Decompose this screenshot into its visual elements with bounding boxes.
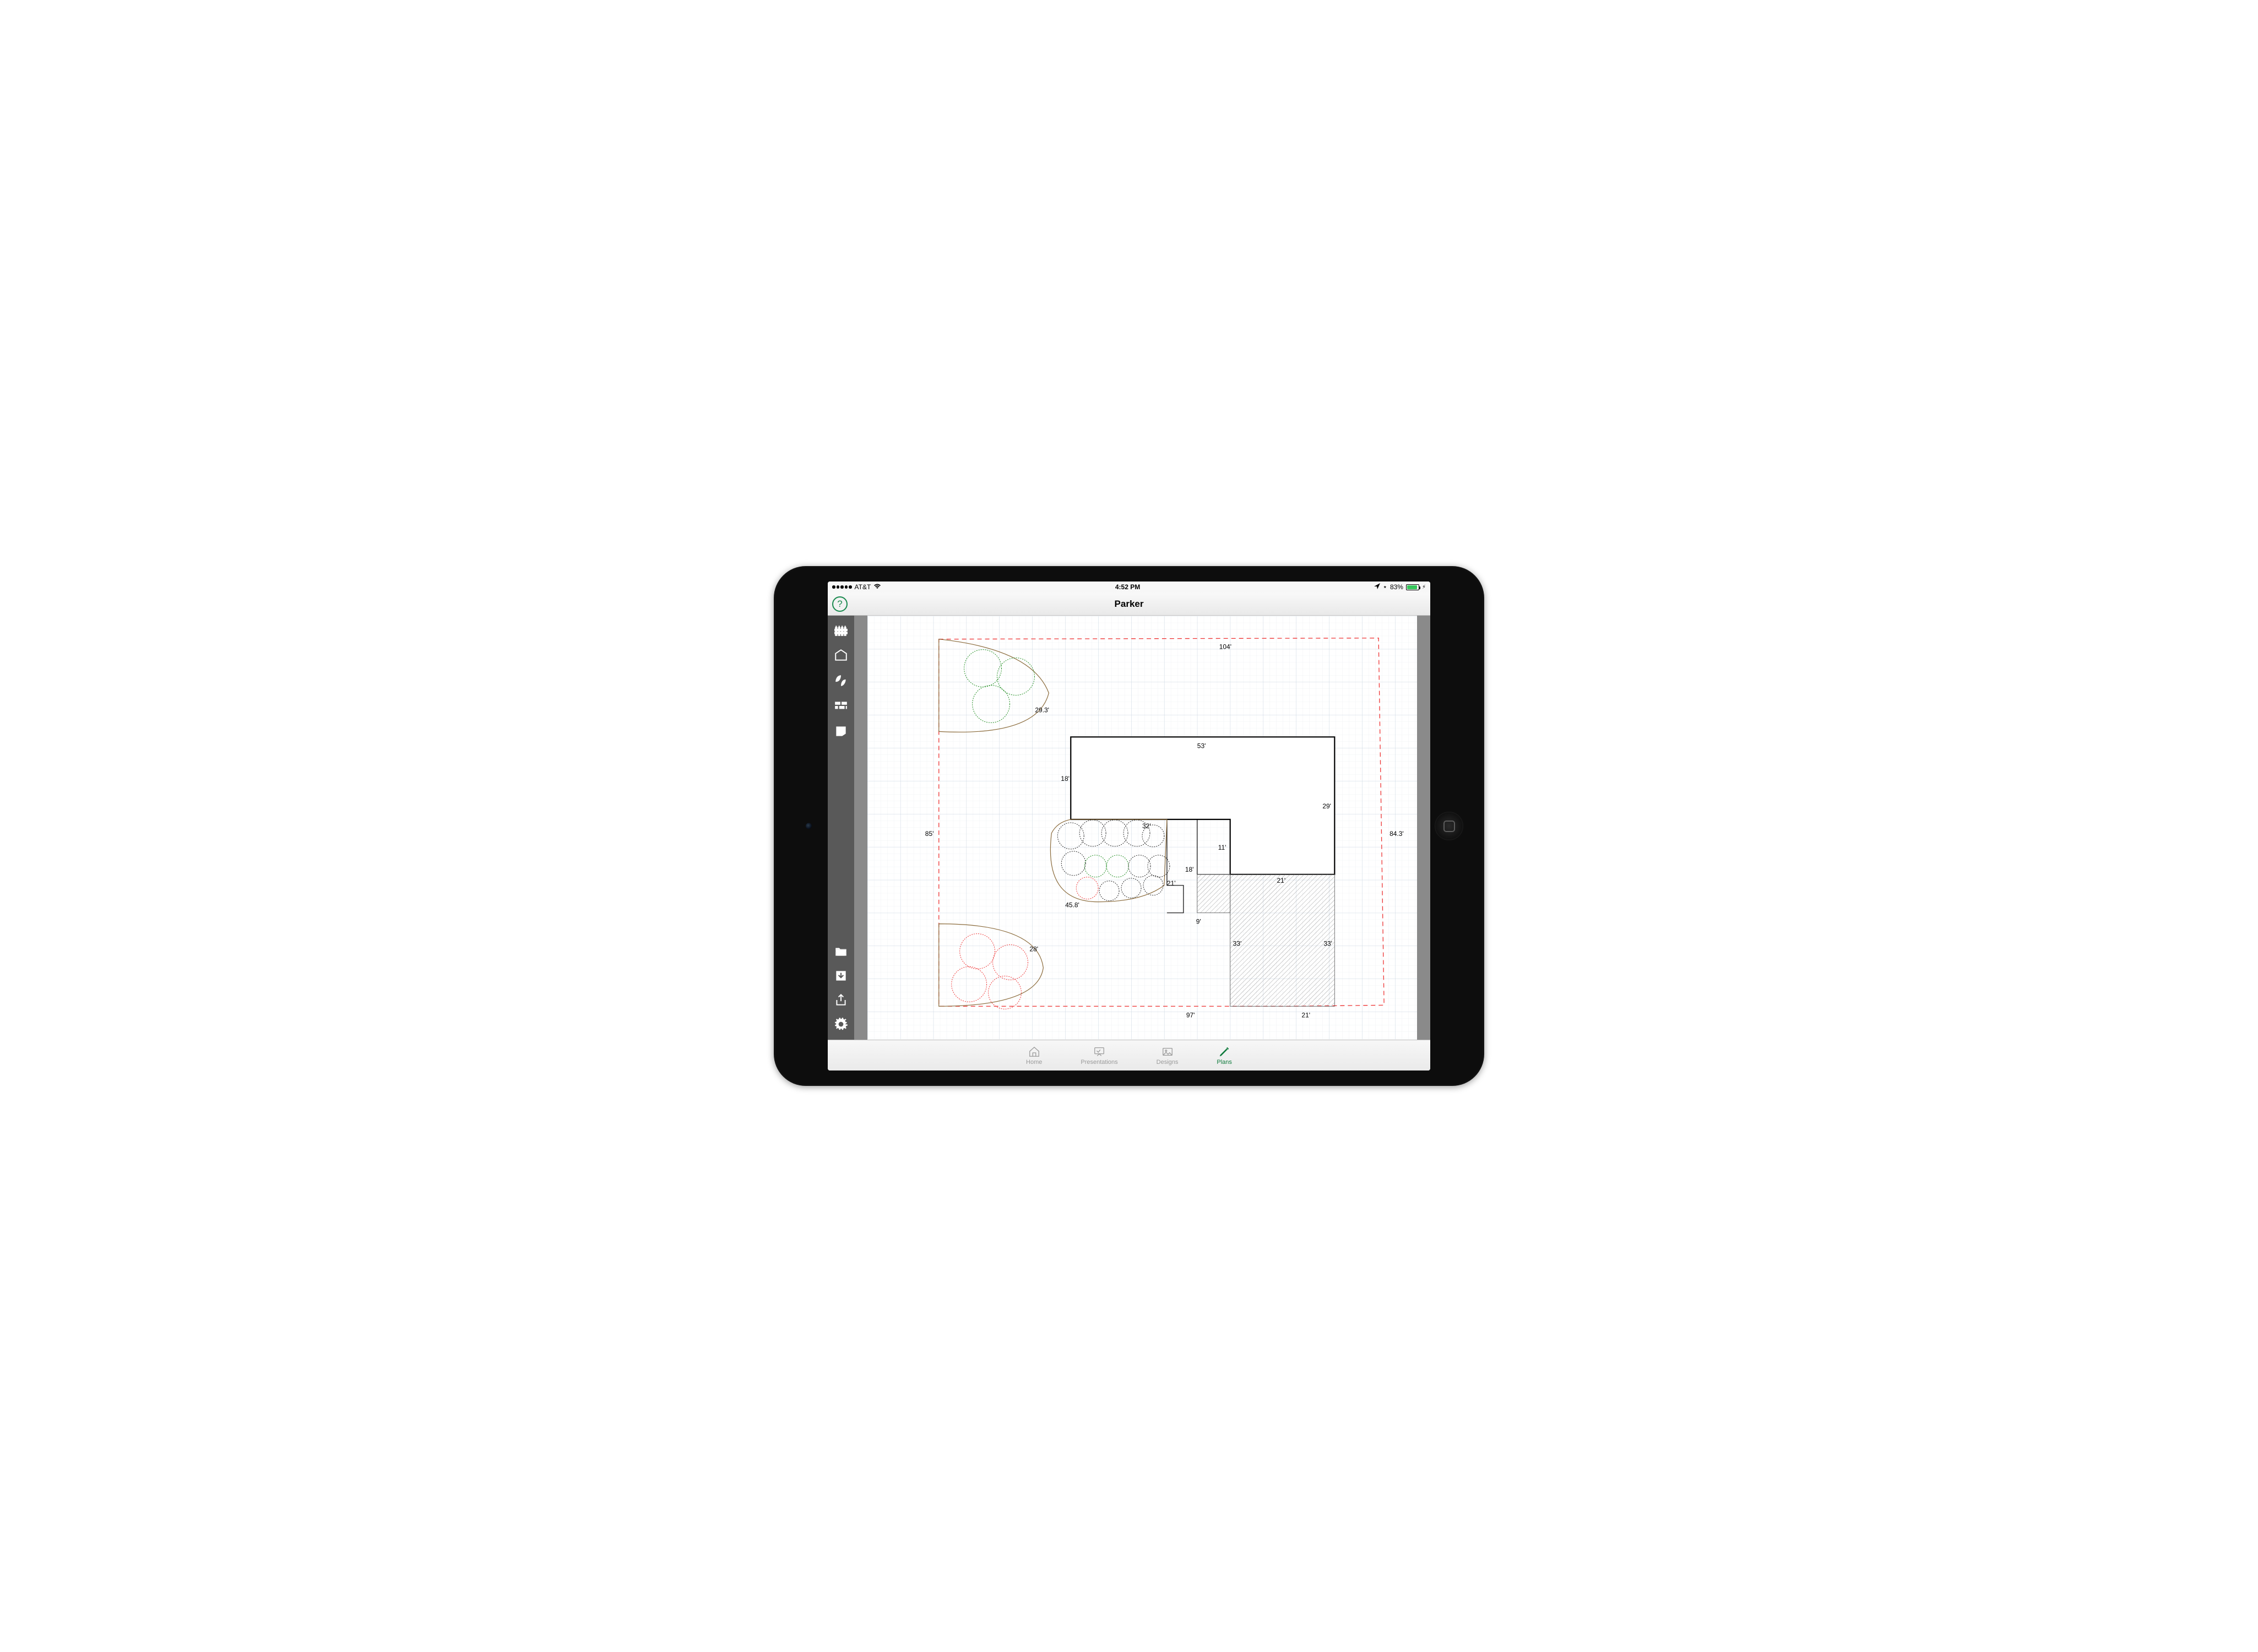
location-icon	[1374, 583, 1380, 591]
wifi-icon	[873, 583, 881, 591]
signal-dots-icon	[832, 585, 852, 589]
dim-bed-front-label: 21'	[1167, 879, 1176, 887]
dim-house-top: 53'	[1197, 742, 1206, 749]
tablet-frame: AT&T 4:52 PM ⋆ 83% ⚡︎ ? Parker	[774, 566, 1484, 1086]
import-button[interactable]	[832, 967, 850, 985]
tab-plans[interactable]: Plans	[1217, 1046, 1232, 1066]
hardscape-tool[interactable]	[832, 697, 850, 715]
settings-button[interactable]	[832, 1015, 850, 1033]
battery-pct: 83%	[1390, 583, 1403, 591]
dim-boundary-bottom-a: 97'	[1186, 1011, 1195, 1019]
tab-home[interactable]: Home	[1026, 1046, 1042, 1066]
designs-icon	[1160, 1046, 1175, 1058]
dim-bed-nw: 29.3'	[1035, 706, 1049, 714]
tab-presentations[interactable]: Presentations	[1081, 1046, 1117, 1066]
help-button[interactable]: ?	[832, 596, 848, 612]
status-bar: AT&T 4:52 PM ⋆ 83% ⚡︎	[828, 582, 1430, 593]
plant-tool[interactable]	[832, 672, 850, 689]
plan-svg: 104' 84.3' 85' 97' 21' 53' 29' 18' 32' 1…	[867, 616, 1417, 1040]
help-icon-label: ?	[837, 599, 842, 610]
dim-house-inner-w: 9'	[1196, 918, 1201, 926]
carrier-label: AT&T	[855, 583, 871, 591]
walkway-hatch[interactable]	[1197, 874, 1230, 913]
tablet-home-button[interactable]	[1435, 812, 1463, 840]
app-screen: AT&T 4:52 PM ⋆ 83% ⚡︎ ? Parker	[828, 582, 1430, 1070]
clock: 4:52 PM	[1115, 583, 1140, 591]
bluetooth-icon: ⋆	[1383, 583, 1387, 591]
dim-patio-w: 21'	[1277, 877, 1286, 884]
charging-icon: ⚡︎	[1422, 584, 1426, 590]
patio-hatch[interactable]	[1230, 874, 1335, 1007]
main-area: 104' 84.3' 85' 97' 21' 53' 29' 18' 32' 1…	[828, 616, 1430, 1040]
share-button[interactable]	[832, 991, 850, 1009]
pencil-icon	[1217, 1046, 1231, 1058]
dim-patio-h-b: 33'	[1323, 940, 1332, 948]
dim-bed-sw: 28'	[1029, 945, 1038, 953]
dim-patio-h-a: 33'	[1233, 940, 1242, 948]
structure-tool[interactable]	[832, 646, 850, 664]
tablet-camera	[806, 823, 812, 829]
presentation-icon	[1092, 1046, 1106, 1058]
canvas-wrap: 104' 84.3' 85' 97' 21' 53' 29' 18' 32' 1…	[854, 616, 1430, 1040]
battery-icon	[1406, 584, 1419, 590]
dim-boundary-right: 84.3'	[1389, 830, 1404, 838]
plan-canvas[interactable]: 104' 84.3' 85' 97' 21' 53' 29' 18' 32' 1…	[867, 616, 1417, 1040]
dim-boundary-top: 104'	[1219, 643, 1231, 651]
tab-home-label: Home	[1026, 1059, 1042, 1066]
open-folder-button[interactable]	[832, 943, 850, 960]
tab-plans-label: Plans	[1217, 1059, 1232, 1066]
dim-boundary-left: 85'	[925, 830, 934, 838]
dim-bed-front: 45.8'	[1065, 901, 1079, 909]
home-icon	[1027, 1046, 1041, 1058]
dim-house-inner-h: 18'	[1185, 866, 1194, 873]
dim-house-right: 29'	[1322, 802, 1331, 810]
title-bar: ? Parker	[828, 593, 1430, 616]
dim-boundary-bottom-b: 21'	[1301, 1011, 1310, 1019]
area-tool[interactable]	[832, 722, 850, 740]
sidebar	[828, 616, 854, 1040]
page-title: Parker	[1115, 599, 1144, 610]
tab-presentations-label: Presentations	[1081, 1059, 1117, 1066]
dim-house-step-w: 32'	[1142, 822, 1151, 830]
fence-tool[interactable]	[832, 621, 850, 639]
status-right: ⋆ 83% ⚡︎	[1374, 583, 1426, 591]
tab-designs-label: Designs	[1157, 1059, 1179, 1066]
dim-house-step-h: 11'	[1218, 844, 1226, 851]
status-left: AT&T	[832, 583, 881, 591]
dim-house-left: 18'	[1061, 775, 1070, 782]
tab-bar: Home Presentations Designs Plans	[828, 1040, 1430, 1070]
tab-designs[interactable]: Designs	[1157, 1046, 1179, 1066]
